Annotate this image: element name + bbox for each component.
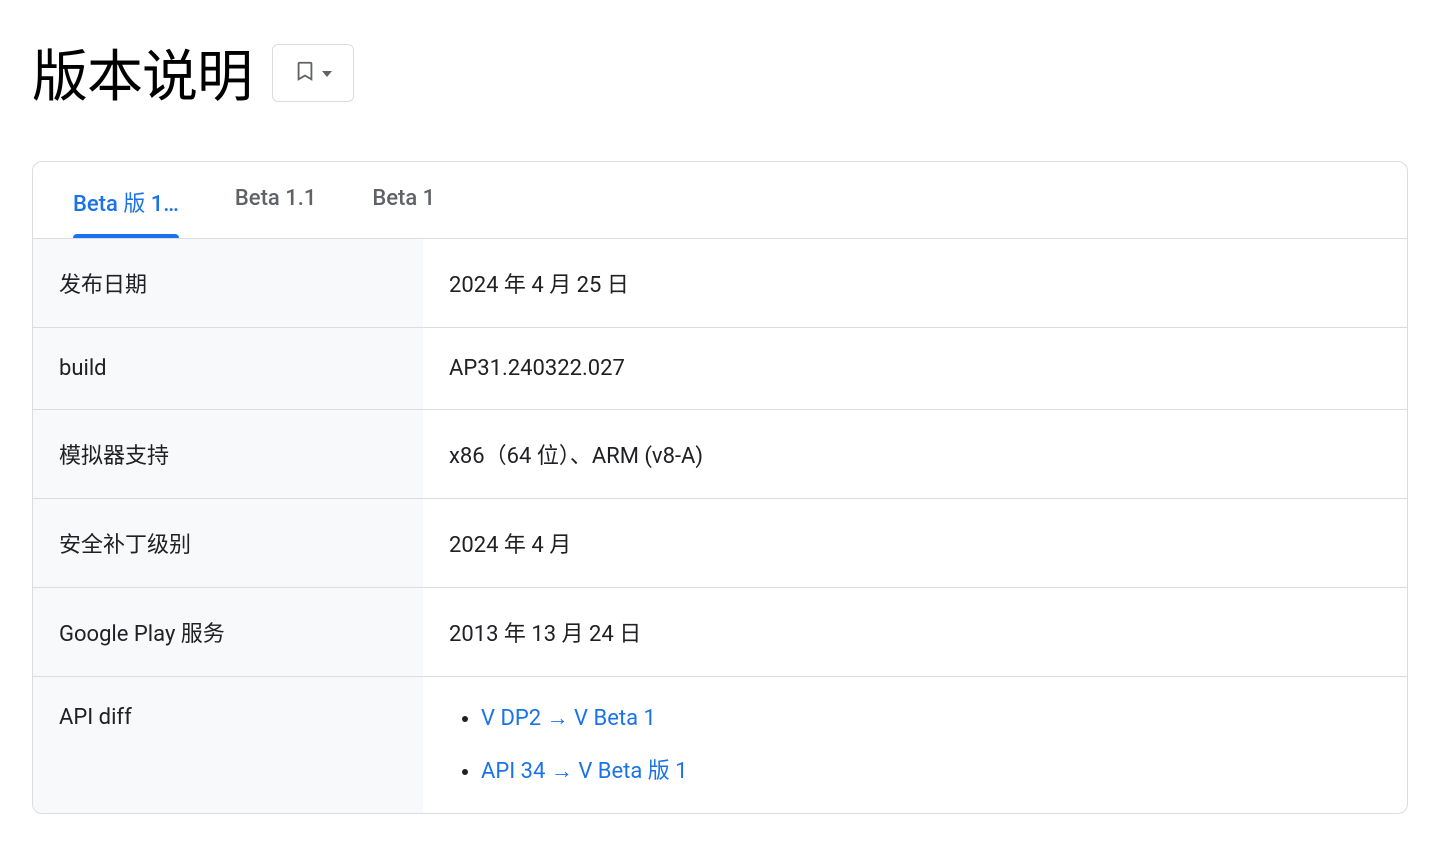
chevron-down-icon [322,65,332,80]
api-diff-link[interactable]: API 34 → V Beta 版 1 [481,759,688,784]
row-label: 安全补丁级别 [33,499,423,588]
row-label: 模拟器支持 [33,410,423,499]
row-label: API diff [33,677,423,814]
row-label: 发布日期 [33,239,423,328]
row-value: 2013 年 13 月 24 日 [423,588,1407,677]
table-row: 安全补丁级别 2024 年 4 月 [33,499,1407,588]
api-diff-list: V DP2 → V Beta 1 API 34 → V Beta 版 1 [449,705,1381,785]
release-table: 发布日期 2024 年 4 月 25 日 build AP31.240322.0… [33,239,1407,813]
row-label: Google Play 服务 [33,588,423,677]
tab-beta-1[interactable]: Beta 1 [372,162,435,238]
row-value-api-diff: V DP2 → V Beta 1 API 34 → V Beta 版 1 [423,677,1407,814]
row-value: 2024 年 4 月 [423,499,1407,588]
table-row: 模拟器支持 x86（64 位）、ARM (v8-A) [33,410,1407,499]
tabs: Beta 版 1… Beta 1.1 Beta 1 [33,162,1407,239]
table-row: Google Play 服务 2013 年 13 月 24 日 [33,588,1407,677]
list-item: API 34 → V Beta 版 1 [481,753,1381,785]
table-row: API diff V DP2 → V Beta 1 API 34 → V Bet… [33,677,1407,814]
table-row: 发布日期 2024 年 4 月 25 日 [33,239,1407,328]
tab-beta-1-2[interactable]: Beta 版 1… [73,162,179,238]
row-value: AP31.240322.027 [423,328,1407,410]
bookmark-icon [294,57,316,88]
row-value: 2024 年 4 月 25 日 [423,239,1407,328]
bookmark-button[interactable] [272,44,354,102]
api-diff-link[interactable]: V DP2 → V Beta 1 [481,706,656,731]
list-item: V DP2 → V Beta 1 [481,705,1381,731]
table-row: build AP31.240322.027 [33,328,1407,410]
row-value: x86（64 位）、ARM (v8-A) [423,410,1407,499]
page-header: 版本说明 [32,32,1408,113]
page-title: 版本说明 [32,32,252,113]
release-card: Beta 版 1… Beta 1.1 Beta 1 发布日期 2024 年 4 … [32,161,1408,814]
row-label: build [33,328,423,410]
tab-beta-1-1[interactable]: Beta 1.1 [235,162,316,238]
